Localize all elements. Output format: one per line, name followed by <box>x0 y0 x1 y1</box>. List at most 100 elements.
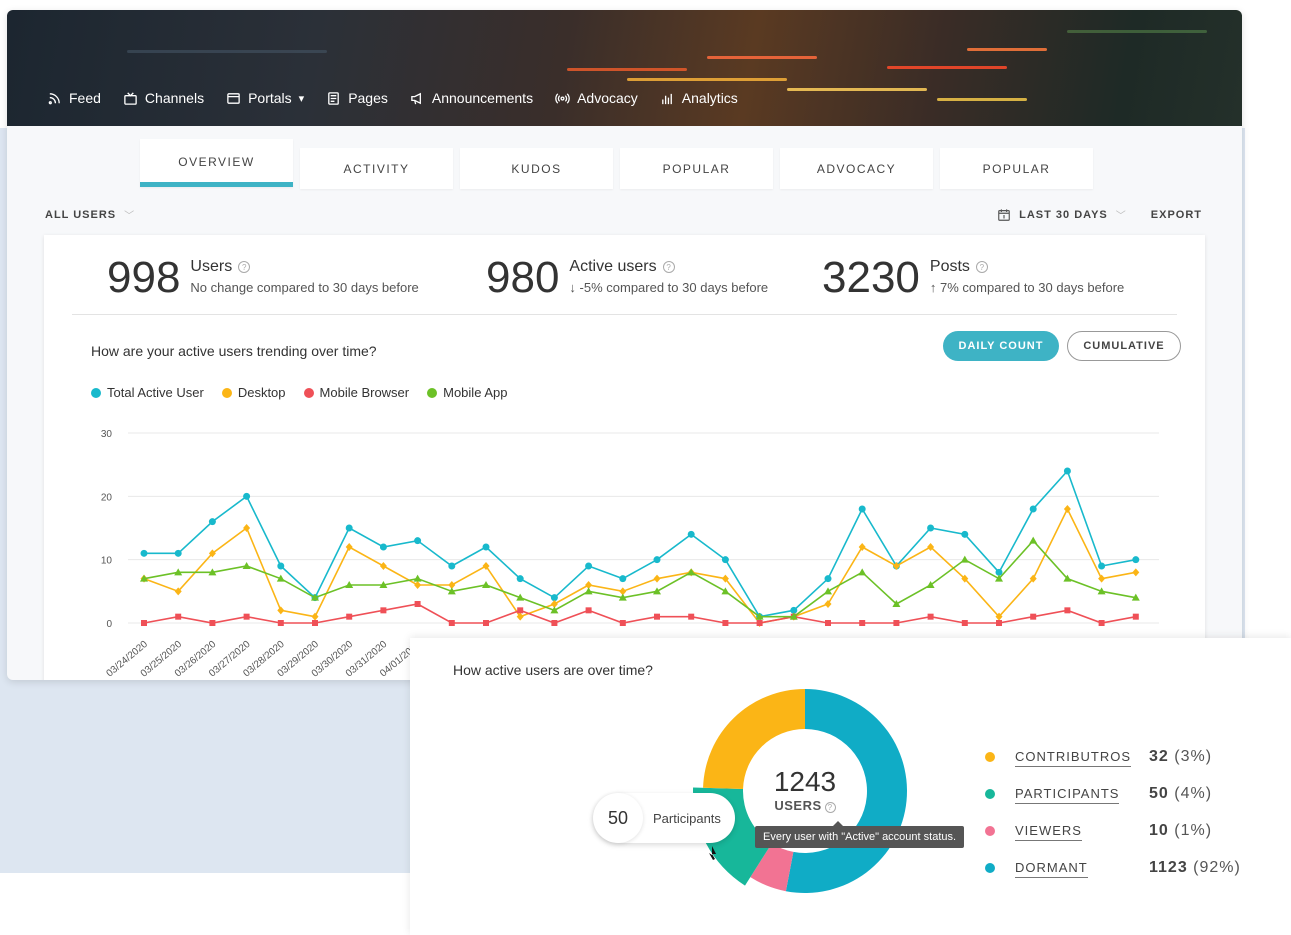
data-point <box>960 555 969 563</box>
cumulative-button[interactable]: CUMULATIVE <box>1067 331 1181 361</box>
nav-announcements-label: Announcements <box>431 90 534 106</box>
data-point <box>379 562 387 570</box>
filter-actions: LAST 30 DAYS ﹀ EXPORT <box>997 207 1202 222</box>
nav-pages[interactable]: Pages <box>326 90 388 106</box>
data-point <box>242 562 251 569</box>
segment-pct: (4%) <box>1174 784 1213 802</box>
data-point <box>1098 620 1105 626</box>
legend-label: Total Active User <box>107 385 204 400</box>
data-point <box>1029 505 1037 513</box>
hero-banner: Feed Channels Portals ▾ Pages Announceme… <box>7 10 1242 126</box>
data-point <box>414 601 421 607</box>
data-point <box>448 620 455 626</box>
data-point <box>517 607 524 614</box>
legend-label: Mobile App <box>443 385 508 400</box>
analytics-window: Feed Channels Portals ▾ Pages Announceme… <box>7 10 1242 680</box>
segment-pct: (92%) <box>1193 858 1241 876</box>
donut-unit: USERS <box>774 798 822 813</box>
y-tick-label: 0 <box>106 619 112 630</box>
legend-item-mobile-app[interactable]: Mobile App <box>427 385 507 400</box>
data-point <box>346 613 353 620</box>
data-point <box>619 620 626 626</box>
active-users-line-chart: 010203003/24/202003/25/202003/26/202003/… <box>101 429 1176 679</box>
broadcast-icon <box>555 92 570 104</box>
data-point <box>174 549 182 557</box>
tab-advocacy[interactable]: ADVOCACY <box>780 148 933 189</box>
segment-link-participants[interactable]: PARTICIPANTS <box>1015 786 1120 804</box>
chart-legend: Total Active User Desktop Mobile Browser… <box>91 385 507 400</box>
data-point <box>414 581 422 589</box>
hover-label: Participants <box>653 810 721 826</box>
segment-value: 10 <box>1149 821 1169 839</box>
nav-portals[interactable]: Portals ▾ <box>226 90 304 106</box>
date-range-dropdown[interactable]: LAST 30 DAYS ﹀ <box>997 207 1127 222</box>
data-point <box>312 620 318 626</box>
data-point <box>756 620 763 626</box>
tab-activity[interactable]: ACTIVITY <box>300 148 453 189</box>
donut-center: 1243 USERS? <box>755 766 855 813</box>
data-point <box>619 575 627 583</box>
data-point <box>277 606 285 615</box>
data-point <box>653 587 661 595</box>
data-point <box>277 620 284 626</box>
y-tick-label: 10 <box>101 556 113 567</box>
nav-channels[interactable]: Channels <box>123 90 204 106</box>
data-point <box>688 613 695 620</box>
hover-value: 50 <box>593 793 643 843</box>
export-button[interactable]: EXPORT <box>1151 209 1202 221</box>
data-point <box>927 613 934 620</box>
legend-item-mobile-browser[interactable]: Mobile Browser <box>303 385 409 400</box>
segment-link-viewers[interactable]: VIEWERS <box>1015 823 1082 841</box>
tab-popular[interactable]: POPULAR <box>620 148 773 189</box>
data-point <box>1029 536 1038 544</box>
legend-dot <box>303 387 314 398</box>
data-point <box>687 530 695 538</box>
tab-popular-2[interactable]: POPULAR <box>940 148 1093 189</box>
chevron-down-icon: ﹀ <box>124 211 136 222</box>
caret-down-icon: ▾ <box>298 92 305 105</box>
data-point <box>277 562 285 570</box>
tab-kudos[interactable]: KUDOS <box>460 148 613 189</box>
data-point <box>585 562 593 570</box>
data-point <box>653 574 661 583</box>
data-point <box>858 568 867 576</box>
rss-icon <box>48 92 60 104</box>
legend-item-total[interactable]: Total Active User <box>91 385 204 400</box>
data-point <box>1132 556 1140 564</box>
data-point <box>927 524 935 532</box>
data-point <box>1132 613 1139 620</box>
data-point <box>413 574 422 582</box>
series-line <box>143 603 1136 624</box>
segment-pct: (1%) <box>1174 821 1213 839</box>
tab-overview[interactable]: OVERVIEW <box>140 139 293 187</box>
data-point <box>1098 574 1106 583</box>
data-point <box>345 524 353 532</box>
nav-feed[interactable]: Feed <box>47 90 101 106</box>
daily-count-button[interactable]: DAILY COUNT <box>943 331 1059 361</box>
nav-advocacy[interactable]: Advocacy <box>555 90 638 106</box>
users-filter-dropdown[interactable]: ALL USERS ﹀ <box>45 207 136 223</box>
legend-item-desktop[interactable]: Desktop <box>221 385 286 400</box>
data-point <box>1063 505 1071 513</box>
cursor-icon <box>709 846 716 860</box>
help-icon[interactable]: ? <box>824 802 836 813</box>
data-point <box>482 543 490 551</box>
segment-value: 32 <box>1149 747 1169 765</box>
legend-dot <box>91 387 101 398</box>
data-point <box>380 607 387 614</box>
megaphone-icon <box>411 92 421 104</box>
series-line <box>143 507 1136 624</box>
chevron-down-icon: ﹀ <box>1115 211 1127 222</box>
legend-row-dormant: DORMANT 1123 (92%) <box>985 849 1241 886</box>
data-point <box>175 613 182 620</box>
segment-link-contributors[interactable]: CONTRIBUTROS <box>1015 749 1131 767</box>
nav-advocacy-label: Advocacy <box>577 90 638 106</box>
nav-analytics[interactable]: Analytics <box>660 90 738 106</box>
donut-card: How active users are over time? 1243 USE… <box>410 638 1291 935</box>
data-point <box>893 620 900 626</box>
segment-link-dormant[interactable]: DORMANT <box>1015 860 1088 878</box>
nav-announcements[interactable]: Announcements <box>410 90 533 106</box>
tooltip: Every user with "Active" account status. <box>755 821 965 848</box>
data-point <box>414 537 422 545</box>
data-point <box>858 505 866 513</box>
